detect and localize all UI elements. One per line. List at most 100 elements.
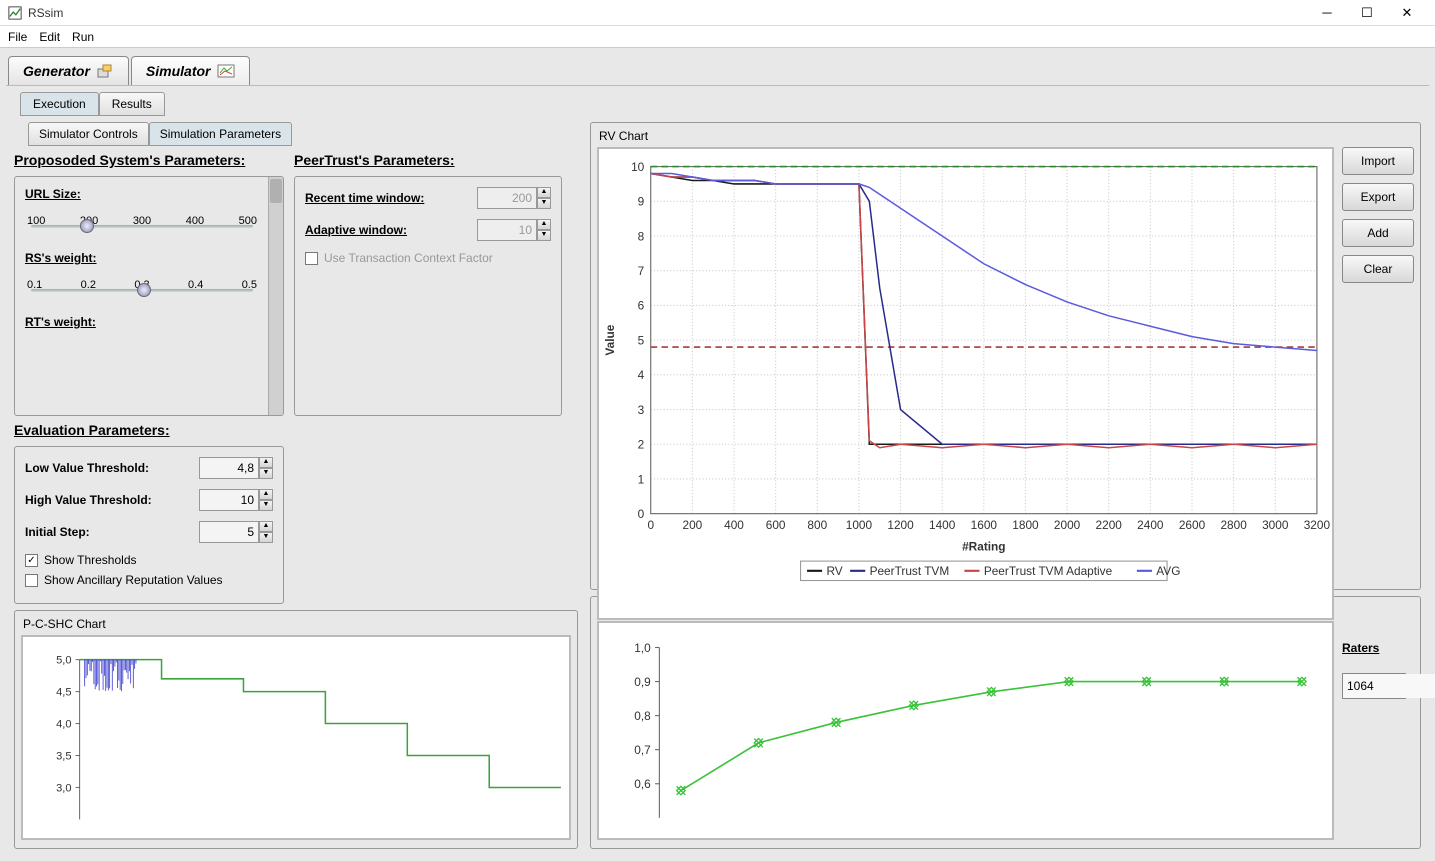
- svg-text:#Rating: #Rating: [962, 539, 1005, 553]
- pcshc-chart-panel: P-C-SHC Chart 3,0 3,5 4,0 4,5 5,0: [14, 610, 578, 849]
- checkbox-icon: ✓: [25, 554, 38, 567]
- svg-text:1400: 1400: [929, 518, 956, 532]
- add-button[interactable]: Add: [1342, 219, 1414, 247]
- svg-text:600: 600: [766, 518, 786, 532]
- simulator-icon: [217, 63, 235, 79]
- rs-chart: 0,60,70,80,91,0: [597, 621, 1334, 840]
- maximize-button[interactable]: ☐: [1347, 2, 1387, 24]
- svg-text:2000: 2000: [1054, 518, 1081, 532]
- rs-weight-label: RS's weight:: [25, 251, 259, 265]
- svg-text:3,5: 3,5: [56, 751, 71, 763]
- svg-text:0,6: 0,6: [634, 777, 651, 791]
- menubar: File Edit Run: [0, 26, 1435, 48]
- rs-weight-slider[interactable]: 0.1 0.2 0.3 0.4 0.5: [25, 279, 259, 305]
- init-step-label: Initial Step:: [25, 525, 191, 539]
- svg-text:4: 4: [638, 368, 645, 382]
- pcshc-title: P-C-SHC Chart: [21, 617, 571, 631]
- url-size-slider[interactable]: 100 200 300 400 500: [25, 215, 259, 241]
- adaptive-window-label: Adaptive window:: [305, 223, 469, 237]
- close-button[interactable]: ✕: [1387, 2, 1427, 24]
- checkbox-icon: [305, 252, 318, 265]
- svg-text:PeerTrust TVM Adaptive: PeerTrust TVM Adaptive: [984, 564, 1113, 578]
- svg-text:2600: 2600: [1179, 518, 1206, 532]
- use-tcf-checkbox[interactable]: Use Transaction Context Factor: [305, 251, 551, 265]
- proposed-scrollbar[interactable]: [268, 177, 283, 415]
- generator-icon: [96, 63, 114, 79]
- svg-text:200: 200: [682, 518, 702, 532]
- sub-tabs: Execution Results: [20, 92, 1429, 116]
- tab-generator[interactable]: Generator: [8, 56, 129, 86]
- init-step-spinner[interactable]: ▲▼: [199, 521, 273, 543]
- inner-tabs: Simulator Controls Simulation Parameters: [28, 122, 584, 146]
- eval-panel: Low Value Threshold: ▲▼ High Value Thres…: [14, 446, 284, 604]
- peer-title: PeerTrust's Parameters:: [294, 152, 562, 168]
- menu-file[interactable]: File: [8, 30, 27, 44]
- svg-text:2200: 2200: [1096, 518, 1123, 532]
- svg-text:9: 9: [638, 195, 645, 209]
- proposed-panel: URL Size: 100 200 300 400: [14, 176, 284, 416]
- recent-window-spinner[interactable]: ▲▼: [477, 187, 551, 209]
- raters-label: Raters: [1342, 641, 1414, 655]
- titlebar: RSsim ─ ☐ ✕: [0, 0, 1435, 26]
- svg-text:3: 3: [638, 403, 645, 417]
- svg-text:7: 7: [638, 264, 645, 278]
- svg-text:1,0: 1,0: [634, 641, 651, 655]
- svg-text:6: 6: [638, 299, 645, 313]
- tab-simulator[interactable]: Simulator: [131, 56, 250, 86]
- import-button[interactable]: Import: [1342, 147, 1414, 175]
- svg-text:Value: Value: [603, 324, 617, 355]
- menu-run[interactable]: Run: [72, 30, 94, 44]
- low-threshold-spinner[interactable]: ▲▼: [199, 457, 273, 479]
- window-title: RSsim: [28, 6, 1307, 20]
- svg-text:1600: 1600: [971, 518, 998, 532]
- svg-text:4,0: 4,0: [56, 719, 71, 731]
- tab-execution[interactable]: Execution: [20, 92, 99, 116]
- svg-text:0,8: 0,8: [634, 709, 651, 723]
- rs-chart-panel: RS Chart 0,60,70,80,91,0 Raters ▼: [590, 596, 1421, 849]
- svg-text:0: 0: [638, 507, 645, 521]
- main-tabs: Generator Simulator: [0, 48, 1435, 86]
- svg-text:3200: 3200: [1304, 518, 1331, 532]
- svg-text:AVG: AVG: [1156, 564, 1180, 578]
- svg-text:8: 8: [638, 229, 645, 243]
- svg-text:2800: 2800: [1220, 518, 1247, 532]
- rt-weight-label: RT's weight:: [25, 315, 273, 329]
- checkbox-icon: [25, 574, 38, 587]
- minimize-button[interactable]: ─: [1307, 2, 1347, 24]
- tab-sim-controls[interactable]: Simulator Controls: [28, 122, 149, 146]
- svg-text:1: 1: [638, 472, 645, 486]
- clear-button[interactable]: Clear: [1342, 255, 1414, 283]
- svg-text:2: 2: [638, 438, 645, 452]
- raters-combo[interactable]: ▼: [1342, 673, 1406, 699]
- high-threshold-label: High Value Threshold:: [25, 493, 191, 507]
- rv-chart: 0200400600800100012001400160018002000220…: [597, 147, 1334, 620]
- svg-text:10: 10: [631, 160, 645, 174]
- svg-text:PeerTrust TVM: PeerTrust TVM: [870, 564, 950, 578]
- svg-text:0: 0: [647, 518, 654, 532]
- rv-chart-panel: RV Chart 0200400600800100012001400160018…: [590, 122, 1421, 590]
- eval-title: Evaluation Parameters:: [14, 422, 584, 438]
- svg-text:400: 400: [724, 518, 744, 532]
- high-threshold-spinner[interactable]: ▲▼: [199, 489, 273, 511]
- peer-panel: Recent time window: ▲▼ Adaptive window: …: [294, 176, 562, 416]
- url-size-label: URL Size:: [25, 187, 259, 201]
- proposed-title: Proposoded System's Parameters:: [14, 152, 284, 168]
- show-thresholds-checkbox[interactable]: ✓ Show Thresholds: [25, 553, 273, 567]
- show-ancillary-checkbox[interactable]: Show Ancillary Reputation Values: [25, 573, 273, 587]
- svg-text:4,5: 4,5: [56, 687, 71, 699]
- tab-results[interactable]: Results: [99, 92, 165, 116]
- svg-text:3,0: 3,0: [56, 782, 71, 794]
- tab-sim-params[interactable]: Simulation Parameters: [149, 122, 292, 146]
- svg-text:5: 5: [638, 333, 645, 347]
- svg-text:RV: RV: [826, 564, 842, 578]
- svg-text:5,0: 5,0: [56, 655, 71, 667]
- pcshc-chart: 3,0 3,5 4,0 4,5 5,0: [21, 635, 571, 840]
- menu-edit[interactable]: Edit: [39, 30, 60, 44]
- svg-text:3000: 3000: [1262, 518, 1289, 532]
- recent-window-label: Recent time window:: [305, 191, 469, 205]
- svg-text:0,7: 0,7: [634, 743, 650, 757]
- adaptive-window-spinner[interactable]: ▲▼: [477, 219, 551, 241]
- low-threshold-label: Low Value Threshold:: [25, 461, 191, 475]
- export-button[interactable]: Export: [1342, 183, 1414, 211]
- tab-generator-label: Generator: [23, 63, 90, 79]
